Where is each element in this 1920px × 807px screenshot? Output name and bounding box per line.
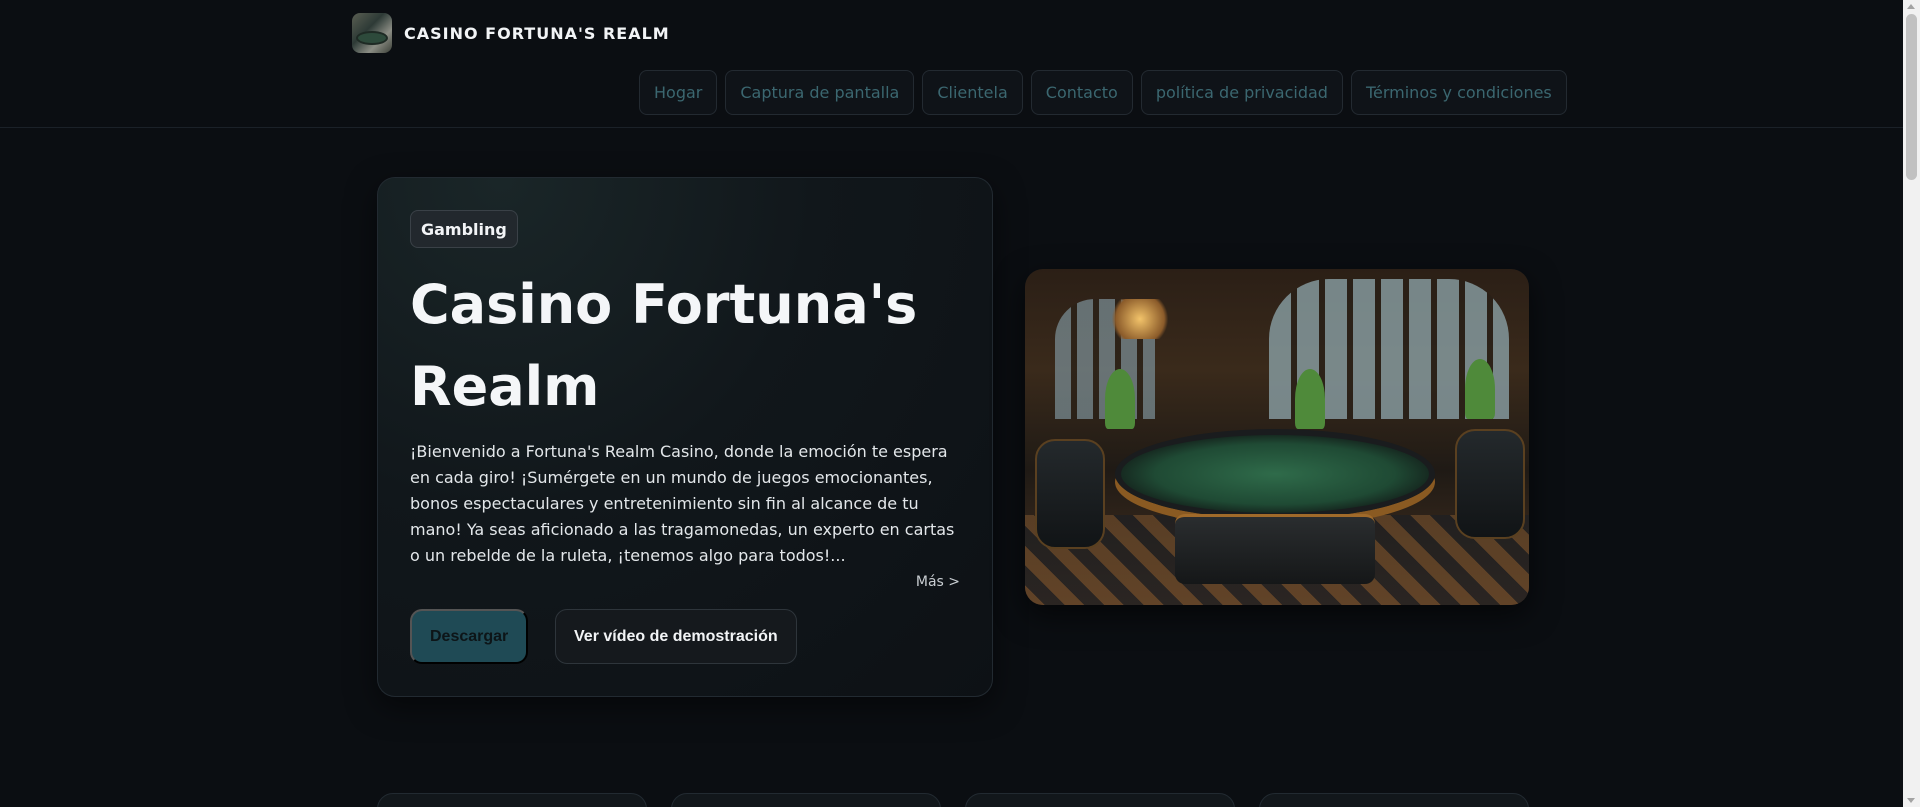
more-link[interactable]: Más > bbox=[916, 574, 960, 590]
chandelier bbox=[1105, 299, 1175, 339]
nav-item-privacidad[interactable]: política de privacidad bbox=[1140, 70, 1343, 115]
armchair-right bbox=[1455, 429, 1525, 539]
nav-item-captura-de-pantalla[interactable]: Captura de pantalla bbox=[725, 70, 915, 115]
hero-title: Casino Fortuna's Realm bbox=[410, 273, 918, 418]
feature-card bbox=[671, 793, 941, 807]
plant bbox=[1295, 369, 1325, 429]
poker-table-base bbox=[1175, 514, 1375, 584]
nav-item-hogar[interactable]: Hogar bbox=[639, 70, 718, 115]
download-button[interactable]: Descargar bbox=[410, 609, 529, 664]
plant bbox=[1465, 359, 1495, 419]
category-tag: Gambling bbox=[410, 210, 518, 248]
feature-card bbox=[377, 793, 647, 807]
armchair-left bbox=[1035, 439, 1105, 549]
scroll-up-icon[interactable] bbox=[1907, 4, 1915, 9]
scrollbar-thumb[interactable] bbox=[1906, 14, 1917, 180]
page-scrollbar[interactable] bbox=[1903, 0, 1920, 807]
scroll-down-icon[interactable] bbox=[1907, 798, 1915, 803]
luxury-casino-poker-room-image bbox=[1025, 269, 1529, 605]
hero-card: Gambling Casino Fortuna's Realm ¡Bienven… bbox=[377, 177, 993, 697]
watch-demo-button[interactable]: Ver vídeo de demostración bbox=[555, 609, 797, 664]
hero-description: ¡Bienvenido a Fortuna's Realm Casino, do… bbox=[410, 442, 955, 565]
poker-table bbox=[1115, 429, 1435, 519]
plant bbox=[1105, 369, 1135, 429]
nav-item-contacto[interactable]: Contacto bbox=[1030, 70, 1133, 115]
brand-name: CASINO FORTUNA'S REALM bbox=[404, 23, 670, 43]
site-header: CASINO FORTUNA'S REALM Hogar Captura de … bbox=[0, 0, 1903, 128]
feature-card bbox=[965, 793, 1235, 807]
brand[interactable]: CASINO FORTUNA'S REALM bbox=[352, 13, 670, 53]
nav-item-clientela[interactable]: Clientela bbox=[922, 70, 1023, 115]
main-nav: Hogar Captura de pantalla Clientela Cont… bbox=[639, 70, 1567, 115]
casino-room-logo-icon bbox=[352, 13, 392, 53]
nav-item-terminos[interactable]: Términos y condiciones bbox=[1350, 70, 1567, 115]
feature-card bbox=[1259, 793, 1529, 807]
